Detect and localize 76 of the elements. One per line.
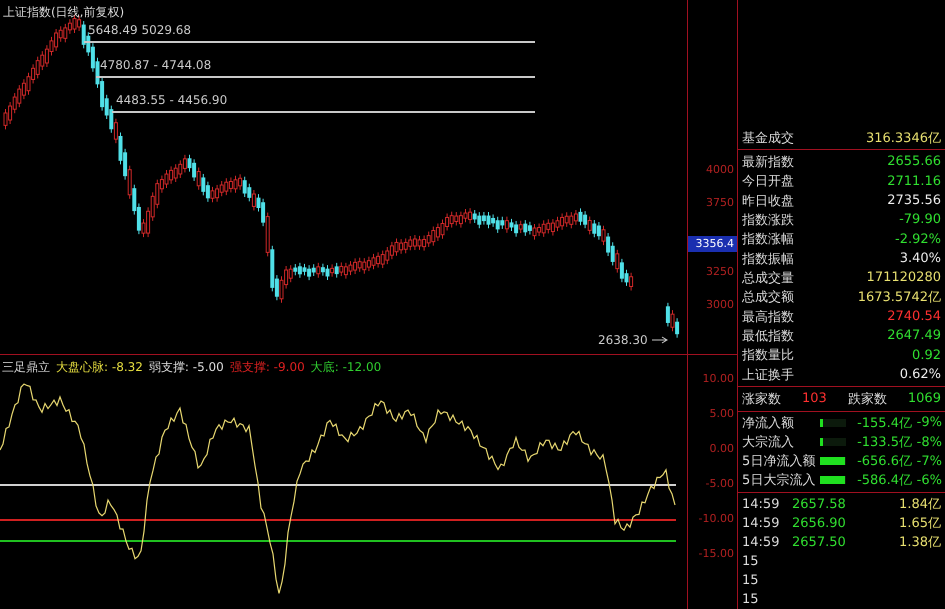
tick-price: 2656.90 [792,516,847,531]
breadth-count: 1069 [908,391,941,406]
current-price-label: 3356.4 [688,236,737,252]
chart-title: 上证指数(日线,前复权) [3,4,124,21]
quote-value: 0.92 [912,348,941,363]
quote-label: 指数涨跌 [742,212,794,229]
flow-label: 5日净流入额 [742,453,816,470]
quote-value: 316.3346亿 [866,130,941,147]
tick-amount: 1.65亿 [898,515,941,532]
breadth-label: 跌家数 [848,390,887,408]
indicator-value: 强支撑: -9.00 [230,359,305,376]
indicator-name: 三足鼎立 [2,359,50,376]
tick-time: 15 [742,554,760,569]
quote-label: 昨日收盘 [742,192,794,210]
axis-label: -10.00 [698,512,735,526]
flow-value: -155.4亿 [856,414,912,432]
quote-label: 指数量比 [742,347,794,364]
axis-label: 3000 [706,298,735,312]
quote-value: 3.40% [900,251,941,266]
breadth-label: 涨家数 [742,390,781,408]
axis-label: 4000 [706,163,735,177]
axis-label: 3250 [706,265,735,279]
quote-value: 2647.49 [887,328,941,344]
tick-amount: 1.84亿 [898,496,941,514]
quote-label: 最高指数 [742,308,794,326]
tick-amount: 1.38亿 [898,534,941,552]
flow-value: -656.6亿 [856,453,912,470]
indicator-value: 弱支撑: -5.00 [148,359,224,376]
tick-price: 2657.50 [792,534,847,550]
quote-label: 总成交额 [742,289,794,306]
quote-value: 2735.56 [887,193,941,208]
tick-price: 2657.58 [792,496,847,512]
tick-time: 14:59 [742,496,780,512]
axis-label: 0.00 [710,442,735,456]
axis-label: 5.00 [710,407,735,421]
flow-percent: -9% [916,415,942,430]
last-price-label: 2638.30 [598,333,648,347]
quote-label: 基金成交 [742,130,794,147]
level-label: 5648.49 5029.68 [88,23,192,37]
flow-label: 大宗流入 [742,434,795,452]
tick-time: 15 [742,592,760,607]
flow-value: -586.4亿 [856,472,912,490]
level-label: 4780.87 - 4744.08 [100,58,212,72]
quote-value: 171120280 [866,270,941,286]
flow-percent: -6% [916,472,942,488]
indicator-value: 大底: -12.00 [310,359,382,376]
tick-time: 14:59 [742,516,780,531]
level-label: 4483.55 - 4456.90 [116,93,228,107]
flow-value: -133.5亿 [856,434,912,452]
quote-label: 指数振幅 [742,250,794,268]
flow-label: 净流入额 [742,414,795,432]
axis-label: -5.00 [706,477,735,491]
quote-label: 指数涨幅 [742,231,794,248]
quote-value: 2655.66 [887,154,941,170]
quote-label: 总成交量 [742,270,794,287]
quote-label: 上证换手 [742,366,794,384]
breadth-count: 103 [802,391,827,406]
quote-label: 最低指数 [742,328,794,345]
quote-value: -79.90 [899,212,941,228]
tick-time: 15 [742,572,760,588]
flow-percent: -7% [916,454,942,469]
flow-percent: -8% [916,434,942,450]
axis-label: 10.00 [702,372,735,386]
axis-label: -15.00 [698,547,735,561]
quote-value: 2740.54 [887,309,941,324]
quote-value: 1673.5742亿 [858,289,941,306]
arrow-icon [652,336,668,344]
quote-value: -2.92% [895,232,941,247]
quote-label: 今日开盘 [742,173,794,190]
quote-value: 0.62% [900,367,941,382]
axis-label: 3750 [706,196,735,210]
quote-value: 2711.16 [887,174,941,189]
flow-label: 5日大宗流入 [742,472,816,490]
indicator-value: 大盘心脉: -8.32 [56,359,143,376]
quote-label: 最新指数 [742,154,794,171]
tick-time: 14:59 [742,534,780,550]
